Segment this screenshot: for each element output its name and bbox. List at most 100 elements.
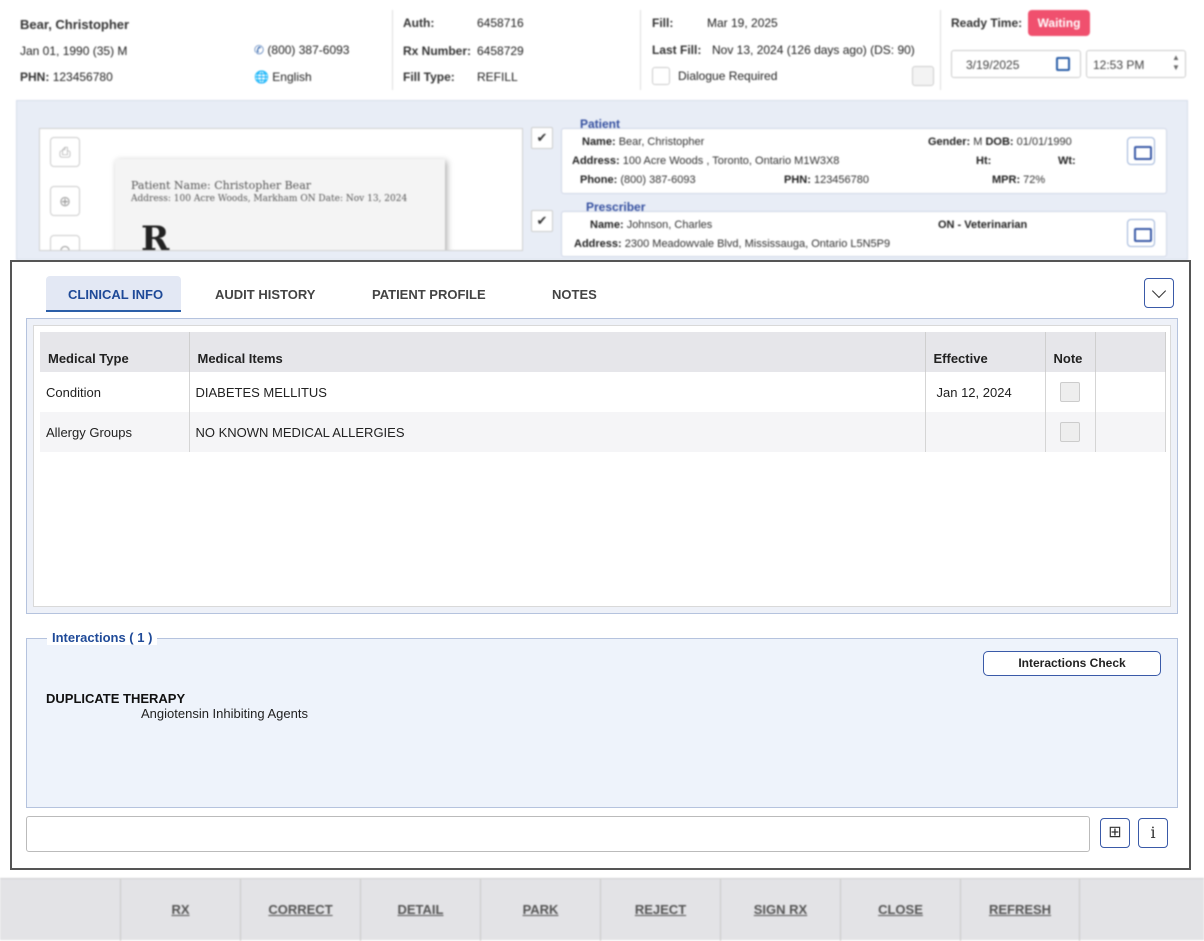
patient-language: English: [272, 70, 312, 84]
p-gender: M: [973, 136, 983, 148]
scan-patient-line: Patient Name: Christopher Bear: [131, 179, 312, 192]
tab-notes[interactable]: NOTES: [530, 276, 619, 312]
header-divider: [392, 10, 393, 90]
medical-grid: Medical Type Medical Items Effective Not…: [33, 325, 1171, 607]
pr-name: Johnson, Charles: [626, 219, 713, 231]
ready-time-value: 12:53 PM: [1093, 58, 1145, 72]
close-button[interactable]: CLOSE: [840, 879, 960, 941]
interactions-check-button[interactable]: Interactions Check: [983, 651, 1161, 676]
cell-effective: [925, 412, 1046, 452]
scan-image-panel[interactable]: ⎙ ⊕ ⊖ Patient Name: Christopher Bear Add…: [39, 128, 523, 251]
cell-extra: [1095, 372, 1166, 412]
col-medical-items[interactable]: Medical Items: [189, 332, 926, 372]
p-phn-label: PHN:: [784, 174, 811, 186]
fill-label: Fill:: [652, 16, 674, 30]
p-mpr: 72%: [1023, 174, 1046, 186]
cell-note: [1045, 372, 1096, 412]
collapse-chevron-icon[interactable]: [1144, 278, 1174, 308]
p-address: 100 Acre Woods , Toronto, Ontario M1W3X8: [622, 155, 840, 167]
pr-name-label: Name:: [590, 219, 624, 231]
last-fill-value: Nov 13, 2024 (126 days ago) (DS: 90): [712, 43, 915, 57]
clinical-panel: CLINICAL INFO AUDIT HISTORY PATIENT PROF…: [10, 260, 1191, 870]
col-medical-type[interactable]: Medical Type: [40, 332, 190, 372]
tab-patient-profile[interactable]: PATIENT PROFILE: [350, 276, 508, 312]
patient-phone: (800) 387-6093: [267, 43, 350, 57]
cell-medical-item: NO KNOWN MEDICAL ALLERGIES: [189, 412, 926, 452]
col-note[interactable]: Note: [1045, 332, 1096, 372]
time-spinner-icon[interactable]: ▲ ▼: [1169, 53, 1183, 75]
note-checkbox[interactable]: [1059, 382, 1080, 402]
prescriber-info-card: Prescriber Name: Johnson, Charles ON - V…: [561, 200, 1167, 257]
rx-button[interactable]: RX: [120, 879, 240, 941]
p-wt-label: Wt:: [1058, 155, 1076, 167]
ready-status-badge: Waiting: [1028, 10, 1090, 36]
patient-card-icon[interactable]: [1127, 137, 1155, 165]
dialogue-required-checkbox[interactable]: [652, 67, 670, 85]
message-icon[interactable]: [912, 66, 934, 86]
cell-extra: [1095, 412, 1166, 452]
col-effective[interactable]: Effective: [925, 332, 1046, 372]
add-note-icon[interactable]: ⊞: [1100, 818, 1130, 848]
auth-label: Auth:: [403, 16, 435, 30]
medical-table: Medical Type Medical Items Effective Not…: [40, 332, 1166, 452]
table-row[interactable]: Allergy Groups NO KNOWN MEDICAL ALLERGIE…: [40, 412, 1166, 452]
interaction-type: DUPLICATE THERAPY: [46, 691, 186, 706]
fill-type-value: REFILL: [477, 70, 518, 84]
reject-button[interactable]: REJECT: [600, 879, 720, 941]
cell-effective: Jan 12, 2024: [925, 372, 1046, 412]
p-dob: 01/01/1990: [1016, 136, 1072, 148]
prescriber-card-icon[interactable]: [1127, 219, 1155, 247]
note-input[interactable]: [26, 816, 1090, 852]
header-divider: [640, 10, 641, 90]
interactions-title: Interactions ( 1 ): [47, 630, 158, 645]
last-fill-label: Last Fill:: [652, 43, 702, 57]
sign-rx-button[interactable]: SIGN RX: [720, 879, 840, 941]
medical-grid-container: Medical Type Medical Items Effective Not…: [26, 318, 1178, 614]
tab-clinical-info[interactable]: CLINICAL INFO: [46, 276, 181, 312]
phn-label: PHN:: [20, 70, 50, 84]
info-icon[interactable]: i: [1138, 818, 1168, 848]
table-row[interactable]: Condition DIABETES MELLITUS Jan 12, 2024: [40, 372, 1166, 412]
print-icon[interactable]: ⎙: [50, 137, 80, 167]
auth-value: 6458716: [477, 16, 524, 30]
interaction-detail: Angiotensin Inhibiting Agents: [141, 706, 308, 721]
patient-name: Bear, Christopher: [20, 17, 130, 32]
fill-type-label: Fill Type:: [403, 70, 455, 84]
cell-medical-item: DIABETES MELLITUS: [189, 372, 926, 412]
p-mpr-label: MPR:: [992, 174, 1021, 186]
scan-rx-symbol: R: [141, 219, 170, 251]
cell-note: [1045, 412, 1096, 452]
pr-type: ON - Veterinarian: [938, 219, 1028, 231]
interactions-panel: Interactions ( 1 ) Interactions Check DU…: [26, 630, 1178, 808]
refresh-button[interactable]: REFRESH: [960, 879, 1080, 941]
scanned-prescription: Patient Name: Christopher Bear Address: …: [115, 159, 445, 251]
tab-audit-history[interactable]: AUDIT HISTORY: [193, 276, 337, 312]
phone-icon: ✆: [254, 43, 265, 57]
patient-verify-checkbox[interactable]: ✔: [531, 127, 553, 149]
park-button[interactable]: PARK: [480, 879, 600, 941]
prescriber-verify-checkbox[interactable]: ✔: [531, 210, 553, 232]
rx-header: Bear, Christopher Jan 01, 1990 (35) M PH…: [0, 0, 1204, 100]
detail-button[interactable]: DETAIL: [360, 879, 480, 941]
ready-time-field[interactable]: 12:53 PM ▲ ▼: [1086, 50, 1186, 78]
zoom-in-icon[interactable]: ⊕: [50, 186, 80, 216]
p-name-label: Name:: [582, 136, 616, 148]
cell-medical-type: Allergy Groups: [40, 412, 190, 452]
rx-preview-area: ⎙ ⊕ ⊖ Patient Name: Christopher Bear Add…: [16, 100, 1188, 260]
p-phn: 123456780: [813, 174, 870, 186]
zoom-out-icon[interactable]: ⊖: [50, 235, 80, 250]
p-dob-label: DOB:: [985, 136, 1014, 148]
fill-value: Mar 19, 2025: [707, 16, 778, 30]
prescriber-section-title: Prescriber: [586, 200, 646, 214]
cell-medical-type: Condition: [40, 372, 190, 412]
calendar-icon[interactable]: [1056, 57, 1070, 71]
ready-time-label: Ready Time:: [951, 16, 1023, 30]
correct-button[interactable]: CORRECT: [240, 879, 360, 941]
p-phone-label: Phone:: [580, 174, 618, 186]
action-bar: RX CORRECT DETAIL PARK REJECT SIGN RX CL…: [0, 878, 1204, 941]
ready-date-field[interactable]: 3/19/2025: [951, 50, 1081, 78]
note-checkbox[interactable]: [1059, 422, 1080, 442]
patient-info-card: Patient Name: Bear, Christopher Gender: …: [561, 117, 1167, 194]
rx-number-value: 6458729: [477, 44, 524, 58]
rx-number-label: Rx Number:: [403, 44, 472, 58]
